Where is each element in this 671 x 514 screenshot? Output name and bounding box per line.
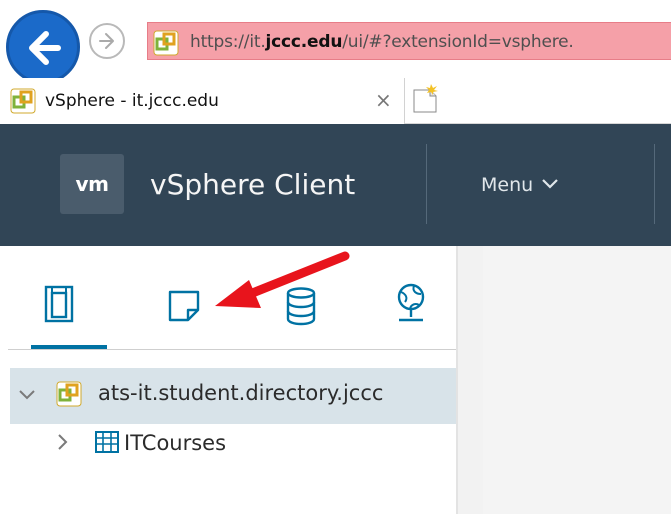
tab-hosts-and-clusters[interactable]	[44, 284, 74, 329]
app-title: vSphere Client	[150, 168, 356, 201]
chevron-right-icon[interactable]	[56, 433, 70, 451]
tab-close-button[interactable]: ×	[375, 88, 392, 112]
browser-tab[interactable]: vSphere - it.jccc.edu ×	[0, 78, 405, 124]
tab-title: vSphere - it.jccc.edu	[45, 91, 219, 111]
content-area	[458, 246, 671, 514]
tabs-divider	[8, 349, 456, 350]
url-text: https://it.jccc.edu/ui/#?extensionId=vsp…	[190, 32, 574, 52]
networking-globe-icon	[397, 283, 425, 322]
chevron-down-icon	[542, 179, 558, 189]
header-divider	[426, 144, 427, 224]
back-button[interactable]	[6, 10, 80, 84]
hosts-and-clusters-icon	[44, 285, 74, 323]
url-field[interactable]: https://it.jccc.edu/ui/#?extensionId=vsp…	[147, 22, 671, 60]
datacenter-building-icon	[95, 431, 119, 453]
tree-item-root-label[interactable]: ats-it.student.directory.jccc	[98, 381, 383, 405]
tree-item-itcourses-label[interactable]: ITCourses	[124, 431, 226, 455]
chevron-down-icon[interactable]	[18, 388, 36, 402]
new-tab-icon	[413, 84, 438, 113]
tab-favicon-icon	[10, 88, 36, 114]
forward-button[interactable]	[89, 23, 125, 59]
browser-tab-strip: vSphere - it.jccc.edu ×	[0, 78, 671, 124]
vcenter-server-icon	[56, 381, 82, 407]
site-favicon-icon	[153, 30, 179, 56]
menu-button[interactable]: Menu	[481, 174, 559, 196]
browser-address-bar: https://it.jccc.edu/ui/#?extensionId=vsp…	[0, 0, 671, 84]
app-header: vm vSphere Client Menu	[0, 124, 671, 246]
annotation-arrow-icon	[215, 251, 350, 308]
new-tab-button[interactable]	[410, 82, 440, 116]
menu-label: Menu	[481, 174, 534, 196]
forward-arrow-icon	[99, 33, 114, 49]
vmware-logo: vm	[60, 154, 124, 214]
tab-vms-and-templates[interactable]	[166, 288, 206, 329]
vms-and-templates-icon	[168, 290, 200, 322]
back-arrow-icon	[29, 31, 61, 65]
header-divider	[654, 144, 655, 224]
tab-networking[interactable]	[394, 282, 428, 331]
